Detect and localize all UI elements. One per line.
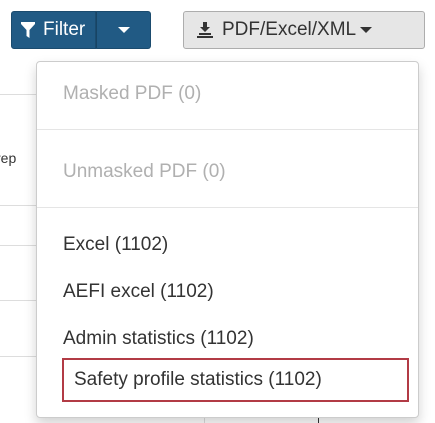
- menu-item-excel[interactable]: Excel (1102): [63, 234, 168, 256]
- table-border: [0, 300, 36, 301]
- filter-dropdown-toggle[interactable]: [96, 11, 152, 49]
- filter-button-label: Filter: [43, 19, 86, 40]
- screen: rep Filter PDF/Excel/XML Masked PDF (0) …: [0, 0, 435, 423]
- menu-item-unmasked-pdf: Unmasked PDF (0): [63, 161, 226, 182]
- filter-icon: [21, 22, 35, 38]
- export-dropdown-button[interactable]: PDF/Excel/XML: [183, 11, 425, 49]
- export-dropdown-menu: Masked PDF (0) Unmasked PDF (0) Excel (1…: [36, 61, 419, 418]
- table-border: [0, 94, 36, 95]
- table-header-clipped: rep: [0, 150, 17, 166]
- menu-divider: [37, 129, 418, 130]
- menu-item-admin-statistics[interactable]: Admin statistics (1102): [63, 328, 254, 350]
- chevron-down-icon: [360, 27, 373, 33]
- table-border: [0, 245, 36, 246]
- menu-item-safety-profile-statistics[interactable]: Safety profile statistics (1102): [62, 358, 409, 402]
- chevron-down-icon: [117, 27, 130, 33]
- filter-button-group: Filter: [11, 11, 152, 49]
- export-button-label: PDF/Excel/XML: [222, 19, 357, 40]
- menu-divider: [37, 207, 418, 208]
- table-column-border: [204, 418, 205, 423]
- menu-item-label: Safety profile statistics (1102): [74, 369, 322, 390]
- menu-item-aefi-excel[interactable]: AEFI excel (1102): [63, 281, 214, 303]
- table-border: [0, 205, 36, 206]
- filter-button[interactable]: Filter: [11, 11, 97, 49]
- menu-item-masked-pdf: Masked PDF (0): [63, 83, 202, 104]
- table-column-border: [318, 418, 319, 423]
- table-border: [0, 356, 36, 357]
- download-icon: [197, 22, 213, 38]
